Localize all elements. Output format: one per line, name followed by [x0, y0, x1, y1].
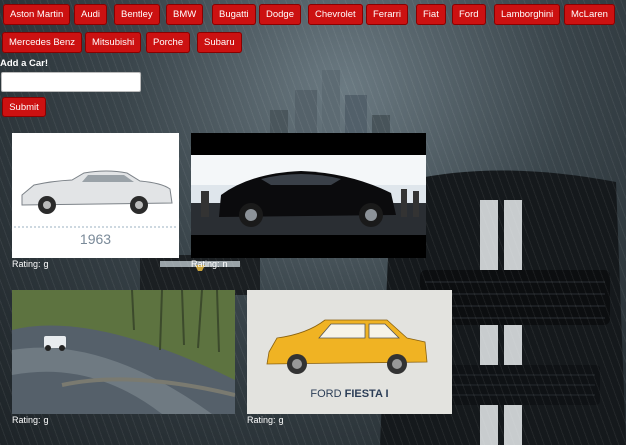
model-caption-bold: FIESTA I [344, 388, 389, 400]
brand-button-mercedes-benz[interactable]: Mercedes Benz [2, 32, 83, 53]
brand-button-bugatti[interactable]: Bugatti [212, 4, 256, 25]
submit-button[interactable]: Submit [2, 97, 46, 117]
brand-button-fiat[interactable]: Fiat [416, 4, 446, 25]
rally-car-picture [12, 290, 235, 414]
brand-button-dodge[interactable]: Dodge [259, 4, 301, 25]
rating-label: Rating: [12, 259, 41, 269]
rating-value: n [222, 259, 228, 269]
rating-text: Rating: g [247, 415, 284, 425]
brand-button-bentley[interactable]: Bentley [114, 4, 160, 25]
brand-button-mclaren[interactable]: McLaren [564, 4, 615, 25]
model-caption: FORD FIESTA I [247, 388, 452, 400]
rating-label: Rating: [12, 415, 41, 425]
model-caption-light: FORD [310, 388, 345, 400]
car-image[interactable]: 1963 [12, 133, 179, 258]
year-caption: 1963 [79, 231, 112, 247]
brand-button-lamborghini[interactable]: Lamborghini [494, 4, 561, 25]
car-image[interactable] [12, 290, 235, 414]
brand-button-audi[interactable]: Audi [74, 4, 108, 25]
rating-value: g [43, 259, 49, 269]
brand-button-porche[interactable]: Porche [146, 32, 191, 53]
rating-value: g [43, 415, 49, 425]
rating-label: Rating: [191, 259, 220, 269]
brand-button-chevrolet[interactable]: Chevrolet [308, 4, 363, 25]
car-image[interactable]: FORD FIESTA I [247, 290, 452, 414]
rating-text: Rating: g [12, 415, 49, 425]
rating-text: Rating: n [191, 259, 228, 269]
rating-value: g [278, 415, 284, 425]
brand-button-bmw[interactable]: BMW [166, 4, 204, 25]
brand-button-aston-martin[interactable]: Aston Martin [3, 4, 71, 25]
car-image[interactable] [191, 133, 426, 258]
add-car-label: Add a Car! [0, 58, 49, 69]
sports-car-picture [191, 155, 426, 235]
brand-button-ford[interactable]: Ford [452, 4, 486, 25]
brand-button-ferarri[interactable]: Ferarri [366, 4, 408, 25]
add-car-input[interactable] [1, 72, 141, 92]
brand-button-subaru[interactable]: Subaru [197, 32, 242, 53]
rating-label: Rating: [247, 415, 276, 425]
brand-button-mitsubishi[interactable]: Mitsubishi [85, 32, 142, 53]
rating-text: Rating: g [12, 259, 49, 269]
